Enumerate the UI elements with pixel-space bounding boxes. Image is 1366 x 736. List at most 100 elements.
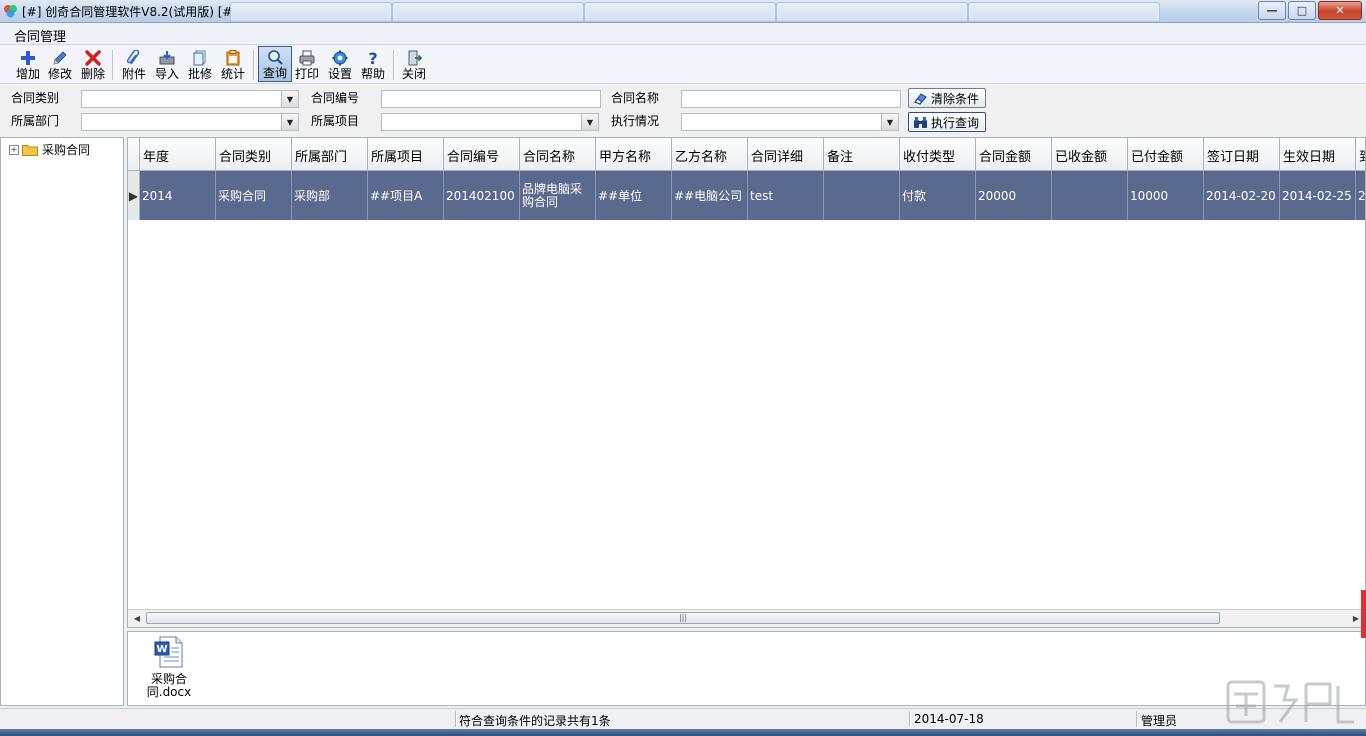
scroll-thumb[interactable]: ||| xyxy=(146,612,1220,624)
table-cell[interactable]: 采购部 xyxy=(292,171,368,220)
project-select[interactable]: ▼ xyxy=(381,113,599,131)
attachment-button[interactable]: 附件 xyxy=(118,48,150,82)
tree-node-purchase-contract[interactable]: + 采购合同 xyxy=(9,141,90,158)
status-message: 符合查询条件的记录共有1条 xyxy=(459,714,611,728)
query-button[interactable]: 查询 xyxy=(258,46,292,82)
table-cell[interactable]: 201402100 xyxy=(444,171,520,220)
column-header[interactable]: 合同详细 xyxy=(748,138,824,170)
edit-button[interactable]: 修改 xyxy=(44,48,76,82)
binoculars-icon xyxy=(914,116,927,128)
contract-no-label: 合同编号 xyxy=(311,91,360,105)
current-row-indicator-icon[interactable]: ▶ xyxy=(128,171,140,220)
add-button[interactable]: 增加 xyxy=(12,48,44,82)
status-user: 管理员 xyxy=(1141,714,1178,728)
minimize-button[interactable]: — xyxy=(1258,1,1286,20)
table-cell[interactable]: 品牌电脑采购合同 xyxy=(520,171,596,220)
attachment-panel: W 采购合同.docx xyxy=(127,631,1366,706)
chevron-down-icon[interactable]: ▼ xyxy=(281,114,298,130)
title-bar: [#] 创奇合同管理软件V8.2(试用版) [#] — □ ✕ xyxy=(0,0,1366,23)
category-tree: + 采购合同 xyxy=(0,137,124,706)
close-window-button[interactable]: ✕ xyxy=(1318,1,1362,20)
scroll-left-icon[interactable]: ◀ xyxy=(129,610,145,626)
table-cell[interactable] xyxy=(1052,171,1128,220)
column-header[interactable]: 已付金额 xyxy=(1128,138,1204,170)
contract-type-label: 合同类别 xyxy=(11,91,60,105)
column-header[interactable]: 收付类型 xyxy=(900,138,976,170)
clear-conditions-button[interactable]: 清除条件 xyxy=(908,88,986,108)
column-header[interactable]: 备注 xyxy=(824,138,900,170)
column-header[interactable]: 合同编号 xyxy=(444,138,520,170)
table-cell[interactable]: ##项目A xyxy=(368,171,444,220)
word-document-icon: W xyxy=(154,636,183,668)
column-header[interactable]: 乙方名称 xyxy=(672,138,748,170)
table-cell[interactable]: ##单位 xyxy=(596,171,672,220)
column-header[interactable]: 合同金额 xyxy=(976,138,1052,170)
execution-label: 执行情况 xyxy=(611,114,660,128)
column-header[interactable]: 已收金额 xyxy=(1052,138,1128,170)
table-row[interactable]: ▶ 2014 采购合同 采购部 ##项目A 201402100 品牌电脑采购合同 ##单位 ##… xyxy=(128,171,1365,220)
column-header[interactable]: 签订日期 xyxy=(1204,138,1280,170)
column-header[interactable]: 到 xyxy=(1356,138,1365,170)
table-cell[interactable]: 2014-02-20 xyxy=(1204,171,1280,220)
row-indicator-header xyxy=(128,138,140,170)
table-cell[interactable]: 2014-02-25 xyxy=(1280,171,1356,220)
side-marker xyxy=(1361,590,1366,638)
statistics-label: 统计 xyxy=(220,67,245,81)
expand-icon[interactable]: + xyxy=(9,144,19,155)
paperclip-icon xyxy=(126,50,140,65)
execute-query-button[interactable]: 执行查询 xyxy=(908,112,986,132)
close-button[interactable]: 关闭 xyxy=(398,48,430,82)
chevron-down-icon[interactable]: ▼ xyxy=(881,114,898,130)
print-button[interactable]: 打印 xyxy=(291,48,323,82)
contract-no-input[interactable] xyxy=(381,90,601,108)
help-button[interactable]: ? 帮助 xyxy=(357,48,389,82)
table-cell[interactable]: 付款 xyxy=(900,171,976,220)
table-cell[interactable]: 2014 xyxy=(140,171,216,220)
contract-type-select[interactable]: ▼ xyxy=(81,90,299,108)
batch-edit-button[interactable]: 批修 xyxy=(184,48,216,82)
background-tab[interactable] xyxy=(584,2,776,22)
table-cell[interactable]: 2 xyxy=(1356,171,1365,220)
background-tab[interactable] xyxy=(392,2,584,22)
department-select[interactable]: ▼ xyxy=(81,113,299,131)
import-button[interactable]: 导入 xyxy=(151,48,183,82)
column-header[interactable]: 甲方名称 xyxy=(596,138,672,170)
table-cell[interactable]: 20000 xyxy=(976,171,1052,220)
column-header[interactable]: 合同名称 xyxy=(520,138,596,170)
printer-icon xyxy=(299,50,315,66)
table-cell[interactable]: test xyxy=(748,171,824,220)
statistics-icon xyxy=(226,50,240,66)
background-tab[interactable] xyxy=(230,2,392,22)
statistics-button[interactable]: 统计 xyxy=(217,48,249,82)
table-cell[interactable]: 采购合同 xyxy=(216,171,292,220)
column-header[interactable]: 合同类别 xyxy=(216,138,292,170)
chevron-down-icon[interactable]: ▼ xyxy=(581,114,598,130)
contract-name-input[interactable] xyxy=(681,90,901,108)
exit-door-icon xyxy=(408,50,423,66)
column-header[interactable]: 生效日期 xyxy=(1280,138,1356,170)
table-cell[interactable]: 10000 xyxy=(1128,171,1204,220)
horizontal-scrollbar[interactable]: ◀ ||| ▶ xyxy=(128,609,1365,627)
site-watermark-logo xyxy=(1226,680,1354,724)
column-header[interactable]: 年度 xyxy=(140,138,216,170)
close-label: 关闭 xyxy=(401,67,426,81)
plus-icon xyxy=(21,51,35,65)
background-tab[interactable] xyxy=(776,2,968,22)
menu-contract-management[interactable]: 合同管理 xyxy=(14,26,66,45)
column-header[interactable]: 所属项目 xyxy=(368,138,444,170)
chevron-down-icon[interactable]: ▼ xyxy=(281,91,298,107)
table-cell[interactable] xyxy=(824,171,900,220)
settings-button[interactable]: 设置 xyxy=(324,48,356,82)
execution-select[interactable]: ▼ xyxy=(681,113,899,131)
table-cell[interactable]: ##电脑公司 xyxy=(672,171,748,220)
delete-button[interactable]: 删除 xyxy=(77,48,109,82)
column-header[interactable]: 所属部门 xyxy=(292,138,368,170)
attachment-file-name: 采购合同.docx xyxy=(146,672,192,699)
toolbar-separator xyxy=(112,50,114,80)
status-divider xyxy=(909,711,911,727)
background-tab[interactable] xyxy=(968,2,1160,22)
attachment-file[interactable]: W 采购合同.docx xyxy=(138,636,200,699)
clear-conditions-label: 清除条件 xyxy=(931,91,980,106)
toolbar: 增加 修改 删除 附件 导入 批修 统计 查询 打印 设置 ? 帮助 关闭 xyxy=(0,45,1366,84)
maximize-button[interactable]: □ xyxy=(1288,1,1316,20)
